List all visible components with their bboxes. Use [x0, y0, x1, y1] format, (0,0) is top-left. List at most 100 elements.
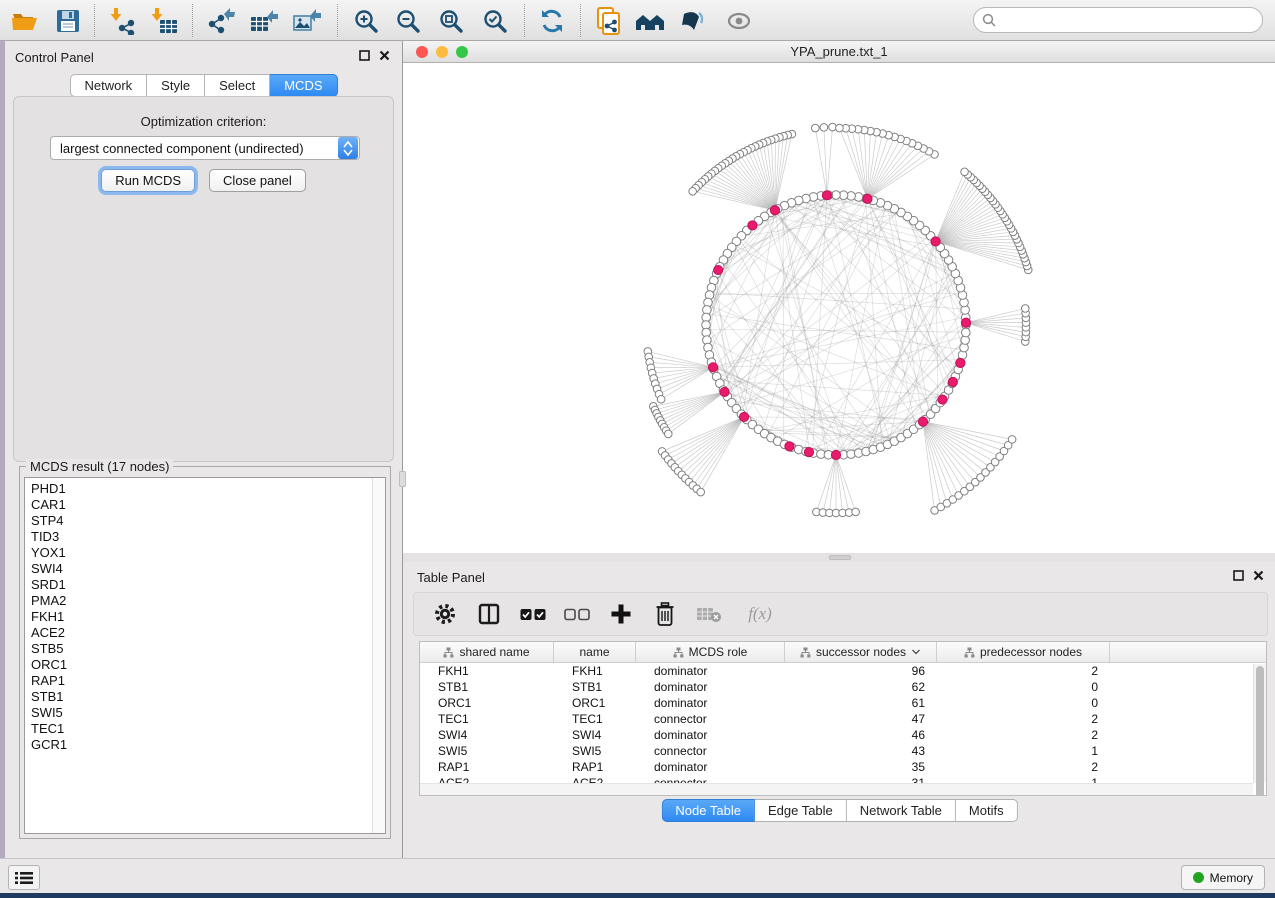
cell-MCDS-role[interactable]: dominator	[636, 728, 785, 742]
cell-shared-name[interactable]: TEC1	[420, 712, 554, 726]
table-horizontal-scrollbar[interactable]	[420, 783, 1253, 795]
task-history-list-button[interactable]	[8, 865, 40, 890]
run-mcds-button[interactable]: Run MCDS	[101, 169, 195, 192]
cell-name[interactable]: SWI4	[554, 728, 636, 742]
table-row[interactable]: STB1STB1dominator620	[420, 679, 1266, 695]
mcds-result-item[interactable]: TEC1	[25, 721, 371, 737]
cell-shared-name[interactable]: RAP1	[420, 760, 554, 774]
cell-successor-nodes[interactable]: 62	[785, 680, 937, 694]
table-row[interactable]: ORC1ORC1dominator610	[420, 695, 1266, 711]
cell-shared-name[interactable]: STB1	[420, 680, 554, 694]
mcds-result-item[interactable]: RAP1	[25, 673, 371, 689]
network-window-titlebar[interactable]: YPA_prune.txt_1	[403, 41, 1275, 63]
column-header-successor-nodes[interactable]: successor nodes	[785, 642, 937, 662]
tab-network[interactable]: Network	[69, 74, 147, 97]
cell-successor-nodes[interactable]: 61	[785, 696, 937, 710]
float-panel-icon[interactable]	[1233, 570, 1244, 581]
cell-name[interactable]: SWI5	[554, 744, 636, 758]
cell-successor-nodes[interactable]: 35	[785, 760, 937, 774]
horizontal-splitter-handle[interactable]	[829, 555, 851, 560]
cell-MCDS-role[interactable]: connector	[636, 712, 785, 726]
mcds-result-item[interactable]: SWI4	[25, 561, 371, 577]
export-network-icon[interactable]	[206, 6, 236, 36]
table-row[interactable]: FKH1FKH1dominator962	[420, 663, 1266, 679]
table-row[interactable]: RAP1RAP1dominator352	[420, 759, 1266, 775]
zoom-fit-icon[interactable]	[436, 6, 466, 36]
mcds-result-item[interactable]: SWI5	[25, 705, 371, 721]
tab-mcds[interactable]: MCDS	[270, 74, 337, 97]
cell-successor-nodes[interactable]: 47	[785, 712, 937, 726]
cell-predecessor-nodes[interactable]: 2	[937, 728, 1110, 742]
memory-button[interactable]: Memory	[1181, 865, 1265, 890]
create-column-plus-icon[interactable]	[608, 601, 634, 627]
tab-node-table[interactable]: Node Table	[661, 799, 755, 822]
tab-edge-table[interactable]: Edge Table	[755, 799, 847, 822]
cell-name[interactable]: FKH1	[554, 664, 636, 678]
mcds-list-scrollbar[interactable]	[372, 478, 385, 833]
table-row[interactable]: SWI4SWI4dominator462	[420, 727, 1266, 743]
mcds-result-item[interactable]: ORC1	[25, 657, 371, 673]
mcds-result-item[interactable]: CAR1	[25, 497, 371, 513]
mcds-result-item[interactable]: PMA2	[25, 593, 371, 609]
save-icon[interactable]	[53, 6, 83, 36]
cell-MCDS-role[interactable]: dominator	[636, 760, 785, 774]
cell-name[interactable]: STB1	[554, 680, 636, 694]
zoom-selected-icon[interactable]	[480, 6, 510, 36]
cell-MCDS-role[interactable]: dominator	[636, 680, 785, 694]
column-header-shared-name[interactable]: shared name	[420, 642, 554, 662]
cell-MCDS-role[interactable]: connector	[636, 744, 785, 758]
close-panel-button[interactable]: Close panel	[209, 169, 306, 192]
cell-name[interactable]: TEC1	[554, 712, 636, 726]
mcds-result-item[interactable]: YOX1	[25, 545, 371, 561]
zoom-out-icon[interactable]	[393, 6, 423, 36]
cell-successor-nodes[interactable]: 43	[785, 744, 937, 758]
import-table-icon[interactable]	[150, 6, 180, 36]
hide-details-eye-slash-icon[interactable]	[678, 6, 708, 36]
refresh-layout-icon[interactable]	[537, 6, 567, 36]
search-input[interactable]	[1001, 13, 1262, 28]
cell-successor-nodes[interactable]: 96	[785, 664, 937, 678]
mcds-result-item[interactable]: STB1	[25, 689, 371, 705]
tab-network-table[interactable]: Network Table	[847, 799, 956, 822]
zoom-in-icon[interactable]	[351, 6, 381, 36]
cell-name[interactable]: ORC1	[554, 696, 636, 710]
cell-shared-name[interactable]: SWI5	[420, 744, 554, 758]
cell-name[interactable]: RAP1	[554, 760, 636, 774]
mcds-result-item[interactable]: STB5	[25, 641, 371, 657]
cell-successor-nodes[interactable]: 46	[785, 728, 937, 742]
export-table-icon[interactable]	[249, 6, 279, 36]
tab-select[interactable]: Select	[205, 74, 270, 97]
vertical-splitter-handle[interactable]	[399, 471, 406, 487]
network-canvas[interactable]	[403, 63, 1275, 553]
table-row[interactable]: SWI5SWI5connector431	[420, 743, 1266, 759]
criterion-dropdown[interactable]: largest connected component (undirected)	[50, 136, 360, 160]
cell-predecessor-nodes[interactable]: 1	[937, 744, 1110, 758]
float-panel-icon[interactable]	[359, 50, 370, 61]
cell-predecessor-nodes[interactable]: 2	[937, 712, 1110, 726]
cell-MCDS-role[interactable]: dominator	[636, 664, 785, 678]
cell-predecessor-nodes[interactable]: 0	[937, 680, 1110, 694]
deselect-all-icon[interactable]	[564, 601, 590, 627]
import-network-icon[interactable]	[109, 6, 139, 36]
cell-shared-name[interactable]: SWI4	[420, 728, 554, 742]
table-vertical-scrollbar[interactable]	[1253, 664, 1266, 783]
show-details-eye-icon[interactable]	[724, 6, 754, 36]
mcds-result-item[interactable]: GCR1	[25, 737, 371, 753]
cell-predecessor-nodes[interactable]: 2	[937, 664, 1110, 678]
close-panel-icon[interactable]	[1253, 570, 1264, 581]
delete-column-trash-icon[interactable]	[652, 601, 678, 627]
tab-style[interactable]: Style	[147, 74, 205, 97]
mcds-result-item[interactable]: SRD1	[25, 577, 371, 593]
column-header-MCDS-role[interactable]: MCDS role	[636, 642, 785, 662]
table-settings-gear-icon[interactable]	[432, 601, 458, 627]
mcds-result-item[interactable]: PHD1	[25, 481, 371, 497]
cell-shared-name[interactable]: FKH1	[420, 664, 554, 678]
network-overview-houses-icon[interactable]	[634, 6, 664, 36]
export-image-icon[interactable]	[292, 6, 322, 36]
cell-shared-name[interactable]: ORC1	[420, 696, 554, 710]
mcds-result-item[interactable]: STP4	[25, 513, 371, 529]
search-box[interactable]	[973, 7, 1263, 33]
clone-network-icon[interactable]	[594, 6, 624, 36]
close-panel-icon[interactable]	[379, 50, 390, 61]
cell-predecessor-nodes[interactable]: 2	[937, 760, 1110, 774]
